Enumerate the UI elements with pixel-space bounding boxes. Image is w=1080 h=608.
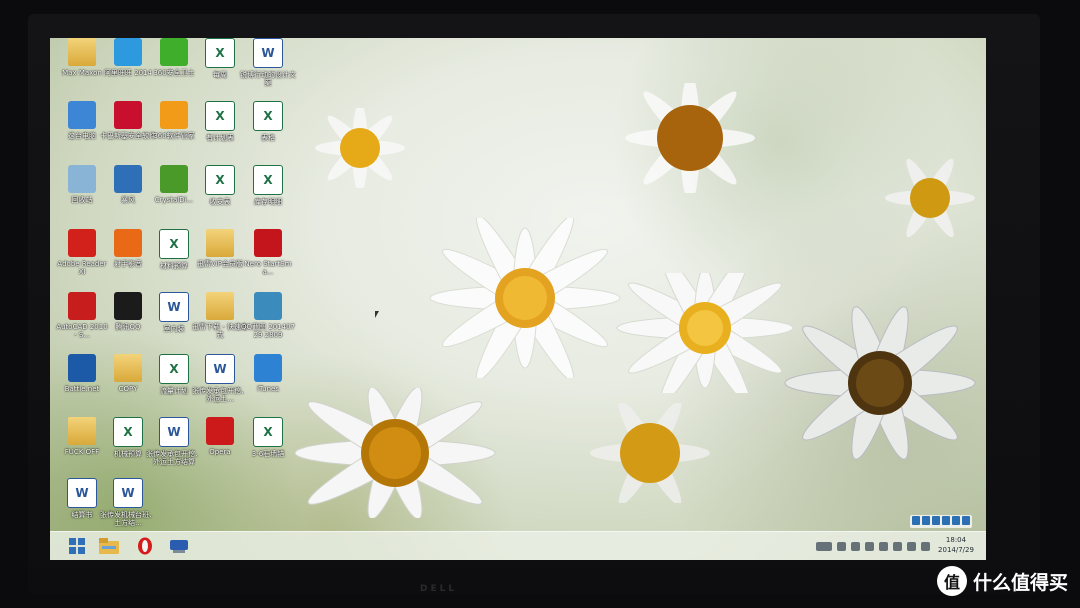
desktop-icon[interactable]: X 3-6石墙锚 (240, 417, 296, 458)
tray-icon[interactable] (865, 541, 874, 551)
shooter-player-icon (114, 229, 142, 257)
keyboard-icon[interactable] (816, 541, 832, 551)
media-player-icon (114, 165, 142, 193)
excel-icon: X (205, 101, 235, 131)
taskbar-clock[interactable]: 18:04 2014/7/29 (932, 535, 980, 555)
wallpaper-daisy (620, 83, 760, 193)
wallpaper-daisy (780, 298, 980, 468)
computer-icon (68, 101, 96, 129)
taskbar: 18:04 2014/7/29 (50, 531, 986, 560)
adobe-reader-icon (68, 229, 96, 257)
site-watermark: 值 什么值得买 (936, 566, 1068, 596)
desktop-icon[interactable]: QQ截图 20140729 2809 (240, 292, 296, 339)
desktop-icon-label: 表格 (261, 134, 275, 142)
ime-icon[interactable] (932, 516, 940, 525)
excel-icon: X (253, 417, 283, 447)
wallpaper-daisy (310, 108, 410, 188)
monitor-brand-logo: DELL (420, 584, 458, 594)
desktop-icon[interactable]: W 锐博行动的设计文案 (240, 38, 296, 87)
opera-icon (206, 417, 234, 445)
crystaldisk-icon (160, 165, 188, 193)
volume-icon[interactable] (893, 541, 902, 551)
action-center-icon[interactable] (921, 541, 930, 551)
watermark-text: 什么值得买 (972, 571, 1068, 594)
folder-icon (206, 292, 234, 320)
wallpaper-daisy (585, 403, 715, 503)
desktop-screen: Max Maxon 阿里旺旺 2014 360安全卫士 X 每周 W 锐博行动的设计文案 这台… (50, 38, 986, 560)
wallpaper-daisy (285, 388, 505, 518)
excel-icon: X (253, 165, 283, 195)
file-explorer-icon[interactable] (96, 534, 122, 558)
system-tray[interactable] (816, 539, 930, 553)
desktop-icon[interactable]: X 库存明细 (240, 165, 296, 206)
recycle-bin-icon (68, 165, 96, 193)
360-software-icon (160, 101, 188, 129)
excel-icon: X (159, 229, 189, 259)
kaspersky-icon (114, 101, 142, 129)
ime-icon[interactable] (952, 516, 960, 525)
input-method-icon[interactable] (907, 541, 916, 551)
desktop-icon[interactable]: Nero StartSma... (240, 229, 296, 276)
desktop-icon[interactable]: X 表格 (240, 101, 296, 142)
desktop-icon-label: 张传发机械台班、土方结... (100, 511, 156, 527)
opera-icon[interactable] (132, 534, 158, 558)
windows-start-icon[interactable] (64, 534, 90, 558)
word-icon: W (159, 292, 189, 322)
desktop-icon-label: Nero StartSma... (244, 260, 292, 276)
desktop-icon[interactable]: W 张传发机械台班、土方结... (100, 478, 156, 527)
excel-icon: X (113, 417, 143, 447)
desktop-icon[interactable]: iTunes (240, 354, 296, 393)
aliwangwang-icon (114, 38, 142, 66)
desktop-icon-label: 锐博行动的设计文案 (240, 71, 296, 87)
image-icon (254, 292, 282, 320)
clock-date: 2014/7/29 (938, 546, 974, 554)
tray-icon[interactable] (879, 541, 888, 551)
folder-icon (68, 417, 96, 445)
word-icon: W (67, 478, 97, 508)
excel-icon: X (205, 165, 235, 195)
mouse-cursor (375, 311, 379, 318)
battlenet-icon (68, 354, 96, 382)
network-icon[interactable] (851, 541, 860, 551)
autocad-icon (68, 292, 96, 320)
network-app-icon[interactable] (166, 534, 192, 558)
word-icon: W (205, 354, 235, 384)
folder-icon (206, 229, 234, 257)
excel-icon: X (159, 354, 189, 384)
wallpaper-daisy (880, 153, 980, 243)
word-icon: W (159, 417, 189, 447)
ime-icon[interactable] (922, 516, 930, 525)
ime-toolbar[interactable] (910, 515, 972, 528)
excel-icon: X (205, 38, 235, 68)
desktop-icon-label: iTunes (257, 385, 279, 393)
watermark-logo: 值 (936, 566, 967, 596)
wallpaper-daisy (610, 273, 800, 393)
ime-icon[interactable] (962, 516, 970, 525)
word-icon: W (113, 478, 143, 508)
user-folder-icon (68, 38, 96, 66)
wallpaper-daisy (420, 218, 630, 378)
desktop-icon-label: 库存明细 (254, 198, 282, 206)
folder-icon (114, 354, 142, 382)
chevron-up-icon[interactable] (837, 541, 846, 551)
nero-icon (254, 229, 282, 257)
excel-icon: X (253, 101, 283, 131)
desktop-icon-label: QQ截图 20140729 2809 (241, 323, 295, 339)
ime-icon[interactable] (912, 516, 920, 525)
itunes-icon (254, 354, 282, 382)
desktop-icon-label: 3-6石墙锚 (251, 450, 285, 458)
ime-icon[interactable] (942, 516, 950, 525)
word-icon: W (253, 38, 283, 68)
clock-time: 18:04 (945, 536, 967, 544)
qq-icon (114, 292, 142, 320)
360-safe-icon (160, 38, 188, 66)
